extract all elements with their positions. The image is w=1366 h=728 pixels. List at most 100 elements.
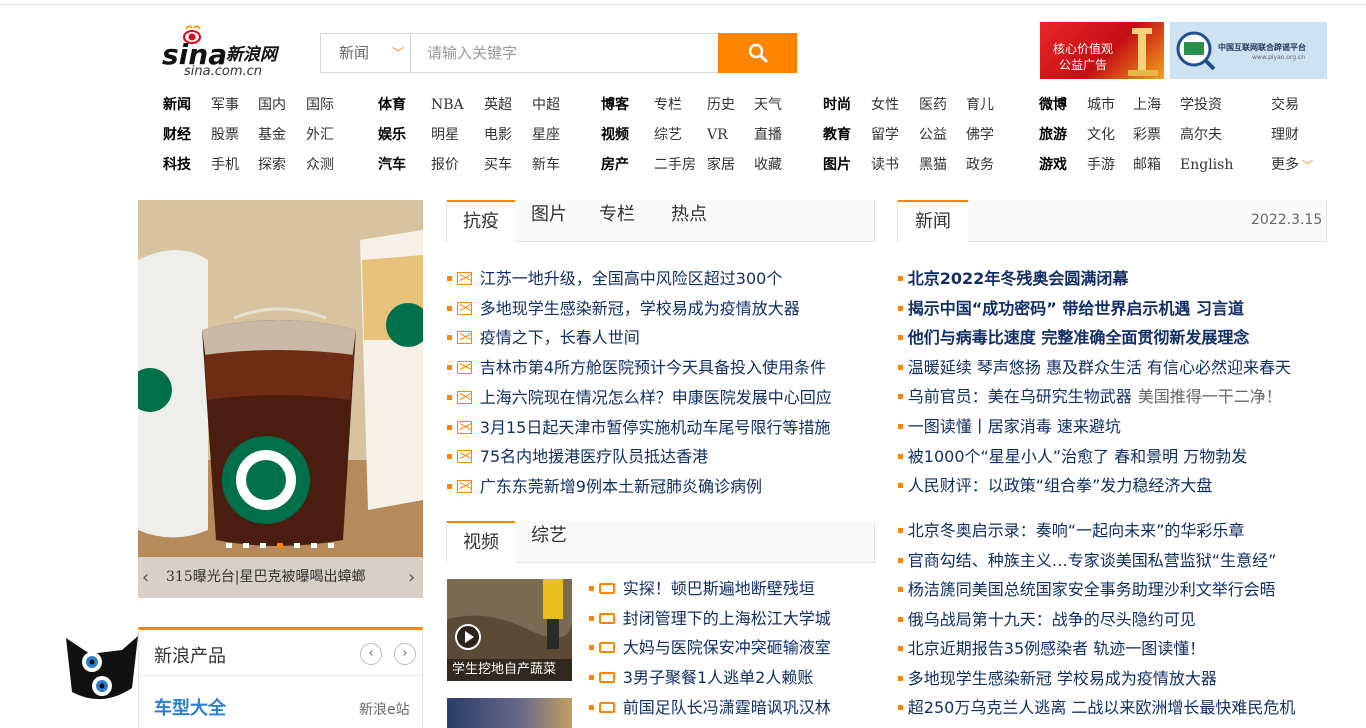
next-arrow-icon[interactable]: › [408,557,415,598]
nav-item[interactable]: 科技 [163,156,191,174]
ad-rumor-platform[interactable]: 中国互联网联合辟谣平台 www.piyao.org.cn [1170,22,1327,79]
news-title[interactable]: 75名内地援港医疗队员抵达香港 [480,447,708,466]
news-item[interactable]: ▪ 揭示中国“成功密码” 带给世界启示机遇 习言道 [897,299,1244,322]
nav-item[interactable]: 旅游 [1039,126,1067,144]
news-title[interactable]: 疫情之下，长春人世间 [480,328,640,347]
nav-item[interactable]: VR [707,126,728,144]
news-item[interactable]: ▪ 多地现学生感染新冠 学校易成为疫情放大器 [897,669,1217,692]
news-title[interactable]: 大妈与医院保安冲突砸输液室 [623,638,831,657]
nav-item[interactable]: 娱乐 [378,126,406,144]
news-item[interactable]: ▪ 江苏一地升级，全国高中风险区超过300个 [446,269,782,292]
tab-columns[interactable]: 专栏 [583,200,651,242]
slider-dot[interactable] [294,543,300,548]
nav-item[interactable]: 文化 [1087,126,1115,144]
news-title[interactable]: 3月15日起天津市暂停实施机动车尾号限行等措施 [480,418,831,437]
news-item[interactable]: ▪ 3月15日起天津市暂停实施机动车尾号限行等措施 [446,418,830,441]
slider-dot[interactable] [226,543,232,548]
news-title[interactable]: 江苏一地升级，全国高中风险区超过300个 [480,269,783,288]
news-title[interactable]: 北京近期报告35例感染者 轨迹一图读懂！ [908,639,1205,658]
nav-item[interactable]: 彩票 [1133,126,1161,144]
news-item[interactable]: ▪ 北京近期报告35例感染者 轨迹一图读懂！ [897,639,1205,662]
nav-item[interactable]: 育儿 [966,96,994,114]
focus-slider[interactable]: ‹ 315曝光台|星巴克被曝喝出蟑螂 › [138,200,423,598]
news-title[interactable]: 多地现学生感染新冠 学校易成为疫情放大器 [908,669,1217,688]
nav-item[interactable]: 历史 [707,96,735,114]
nav-item[interactable]: English [1180,156,1233,174]
news-item[interactable]: ▪ 实探！顿巴斯遍地断壁残垣 [588,579,815,602]
nav-item[interactable]: 国内 [258,96,286,114]
news-title[interactable]: 上海六院现在情况怎么样？申康医院发展中心回应 [480,388,832,407]
news-item[interactable]: ▪ 一图读懂丨居家消毒 速来避坑 [897,417,1121,440]
focus-image[interactable] [138,200,423,557]
news-title[interactable]: 人民财评：以政策“组合拳”发力稳经济大盘 [908,476,1213,495]
nav-item[interactable]: 买车 [484,156,512,174]
news-item[interactable]: ▪ 北京2022年冬残奥会圆满闭幕 [897,269,1128,292]
nav-item[interactable]: 医药 [919,96,947,114]
prev-arrow-icon[interactable]: ‹ [142,557,149,598]
news-title[interactable]: 北京2022年冬残奥会圆满闭幕 [908,269,1129,288]
news-title[interactable]: 官商勾结、种族主义…专家谈美国私营监狱“生意经” [908,551,1277,570]
news-item[interactable]: ▪ 人民财评：以政策“组合拳”发力稳经济大盘 [897,476,1212,499]
ad-core-values[interactable]: 核心价值观 公益广告 [1040,22,1164,79]
news-title[interactable]: 被1000个“星星小人”治愈了 春和景明 万物勃发 [908,447,1247,466]
news-title[interactable]: 吉林市第4所方舱医院预计今天具备投入使用条件 [480,358,826,377]
news-title-extra[interactable]: 美国推得一干二净！ [1138,387,1282,406]
nav-item[interactable]: 公益 [919,126,947,144]
news-item[interactable]: ▪ 疫情之下，长春人世间 [446,328,640,351]
news-item[interactable]: ▪ 乌前官员：美在乌研究生物武器 美国推得一干二净！ [897,387,1282,410]
nav-item[interactable]: NBA [431,96,464,114]
news-item[interactable]: ▪ 官商勾结、种族主义…专家谈美国私营监狱“生意经” [897,551,1276,574]
news-item[interactable]: ▪ 上海六院现在情况怎么样？申康医院发展中心回应 [446,388,832,411]
nav-item[interactable]: 新车 [532,156,560,174]
slider-dot[interactable] [311,543,317,548]
news-title[interactable]: 广东东莞新增9例本土新冠肺炎确诊病例 [480,477,762,496]
news-item[interactable]: ▪ 广东东莞新增9例本土新冠肺炎确诊病例 [446,477,762,500]
nav-item[interactable]: 高尔夫 [1180,126,1222,144]
nav-item[interactable]: 手机 [211,156,239,174]
nav-item[interactable]: 探索 [258,156,286,174]
tab-pictures[interactable]: 图片 [515,200,583,242]
nav-item[interactable]: 国际 [306,96,334,114]
nav-item[interactable]: 众测 [306,156,334,174]
nav-item[interactable]: 直播 [754,126,782,144]
nav-item[interactable]: 家居 [707,156,735,174]
focus-caption[interactable]: 315曝光台|星巴克被曝喝出蟑螂 [166,557,365,598]
news-title[interactable]: 他们与病毒比速度 完整准确全面贯彻新发展理念 [908,328,1250,347]
news-item[interactable]: ▪ 温暖延续 琴声悠扬 惠及群众生活 有信心必然迎来春天 [897,358,1291,381]
nav-item[interactable]: 交易 [1271,96,1299,114]
news-title[interactable]: 实探！顿巴斯遍地断壁残垣 [623,579,815,598]
nav-item[interactable]: 中超 [532,96,560,114]
nav-item[interactable]: 汽车 [378,156,406,174]
nav-item[interactable]: 佛学 [966,126,994,144]
nav-item[interactable]: 教育 [823,126,851,144]
slider-dot[interactable] [328,543,334,548]
slider-dot[interactable] [243,543,249,548]
products-ezhan-link[interactable]: 新浪e站 [359,699,410,719]
nav-item[interactable]: 收藏 [754,156,782,174]
news-title[interactable]: 多地现学生感染新冠，学校易成为疫情放大器 [480,299,800,318]
nav-item[interactable]: 游戏 [1039,156,1067,174]
nav-item[interactable]: 时尚 [823,96,851,114]
news-item[interactable]: ▪ 封闭管理下的上海松江大学城 [588,609,831,632]
video-thumbnail-2[interactable] [447,698,572,728]
nav-item[interactable]: 黑猫 [919,156,947,174]
nav-item[interactable]: 更多 [1271,156,1299,174]
sina-logo[interactable]: sina 新浪网 sina.com.cn [162,24,302,80]
news-title[interactable]: 前国足队长冯潇霆暗讽巩汉林 [623,698,831,717]
search-category-select[interactable]: 新闻 ﹀ [321,34,411,72]
nav-item[interactable]: 军事 [211,96,239,114]
nav-item[interactable]: 外汇 [306,126,334,144]
nav-item[interactable]: 星座 [532,126,560,144]
news-item[interactable]: ▪ 超250万乌克兰人逃离 二战以来欧洲增长最快难民危机 [897,698,1295,721]
nav-item[interactable]: 体育 [378,96,406,114]
nav-item[interactable]: 读书 [871,156,899,174]
nav-item[interactable]: 股票 [211,126,239,144]
nav-item[interactable]: 二手房 [654,156,696,174]
slider-dot[interactable] [260,543,266,548]
news-item[interactable]: ▪ 杨洁篪同美国总统国家安全事务助理沙利文举行会晤 [897,580,1276,603]
nav-item[interactable]: 视频 [601,126,629,144]
news-title[interactable]: 乌前官员：美在乌研究生物武器 [908,387,1132,406]
news-item[interactable]: ▪ 被1000个“星星小人”治愈了 春和景明 万物勃发 [897,447,1247,470]
news-item[interactable]: ▪ 3男子聚餐1人逃单2人赖账 [588,668,813,691]
nav-item[interactable]: 英超 [484,96,512,114]
